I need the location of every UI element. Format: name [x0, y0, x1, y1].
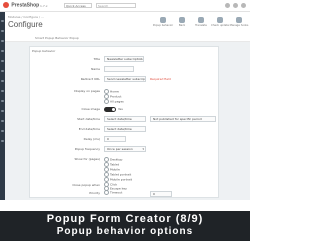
toolbar-label: Translate [195, 24, 207, 27]
sidebar-payment-icon[interactable] [1, 110, 4, 112]
page-header: Modules / Configure / ... Configure Smar… [5, 12, 250, 42]
sidebar-preferences-icon[interactable] [1, 130, 4, 132]
field-label: Redirect URL [80, 77, 100, 81]
prestashop-logo[interactable]: PrestaShop [3, 2, 39, 8]
toolbar-back-button[interactable]: Back [175, 17, 189, 27]
toolbar-manage-hooks-button[interactable]: Manage hooks [229, 17, 249, 27]
back-icon [179, 17, 185, 23]
field-label: Start date/time [77, 117, 100, 121]
end-date-input[interactable]: Select date/time [104, 126, 146, 132]
required-badge: Required field [150, 77, 171, 81]
publish-period-select[interactable]: Not published for specific period [150, 116, 216, 122]
caption-title: Popup Form Creator (8/9) [46, 213, 204, 225]
breadcrumb[interactable]: Modules / Configure / ... [8, 15, 44, 19]
header-toolbar: Popup behavior Back Translate Check upda… [152, 17, 249, 27]
field-label: Show for (pages) [74, 157, 100, 161]
close-image-toggle[interactable] [104, 107, 116, 112]
toolbar-popup-behavior-button[interactable]: Popup behavior [152, 17, 174, 27]
sidebar-shipping-icon[interactable] [1, 100, 4, 102]
field-row-start-date: Start date/time Select date/time Not pub… [30, 115, 220, 125]
delay-input[interactable]: 0 [104, 136, 126, 142]
field-label: Display on pages [74, 89, 100, 93]
field-label: Popup frequency [74, 147, 100, 151]
user-avatar-icon[interactable] [241, 3, 246, 8]
toolbar-label: Manage hooks [229, 24, 249, 27]
sidebar-design-icon[interactable] [1, 90, 4, 92]
field-row-show-for: Show for (pages) Desktop Tablet Mobile T… [30, 155, 220, 182]
priority-input[interactable]: 0 [150, 191, 172, 197]
toolbar-label: Popup behavior [152, 24, 174, 27]
page-title: Configure [8, 20, 43, 29]
main-content: Popup behavior Title Newsletter subscrip… [5, 42, 250, 200]
title-select[interactable]: Newsletter subscription [104, 56, 144, 62]
logo-text: PrestaShop [11, 2, 40, 9]
field-label: Close image [81, 107, 100, 111]
sidebar-modules-icon[interactable] [1, 80, 4, 82]
store-icon[interactable] [233, 3, 238, 8]
field-row-close-image: Close image Yes [30, 105, 220, 115]
search-input[interactable]: Search [96, 3, 136, 8]
field-row-display-pages: Display on pages Home Product All pages [30, 87, 220, 104]
toolbar-label: Back [178, 24, 186, 27]
field-row-end-date: End date/time Select date/time [30, 125, 220, 135]
name-input[interactable] [104, 66, 134, 72]
hooks-icon [236, 17, 242, 23]
toggle-state: Yes [118, 107, 123, 111]
field-label: Name [91, 67, 100, 71]
caption-subtitle: Popup behavior options [56, 226, 194, 237]
sidebar-orders-icon[interactable] [1, 30, 4, 32]
redirect-url-input[interactable]: Send newsletter subscription link [104, 76, 146, 82]
version-label: 1.7.x [40, 4, 48, 8]
sidebar-service-icon[interactable] [1, 60, 4, 62]
radio-all-pages[interactable]: All pages [104, 99, 124, 104]
sidebar-customers-icon[interactable] [1, 50, 4, 52]
sidebar-international-icon[interactable] [1, 120, 4, 122]
field-row-name: Name [30, 65, 220, 75]
field-label: Title [93, 57, 100, 61]
brand-icon [3, 2, 9, 8]
top-navigation-bar: PrestaShop 1.7.x Quick Access Search [0, 0, 250, 12]
frequency-select[interactable]: Once per session [104, 146, 146, 152]
sidebar-dashboard-icon[interactable] [1, 20, 4, 22]
toolbar-label: Check update [211, 24, 229, 27]
notifications-icon[interactable] [225, 3, 230, 8]
sidebar-stats-icon[interactable] [1, 70, 4, 72]
field-row-priority: Priority 0 [30, 190, 220, 198]
sidebar-catalog-icon[interactable] [1, 40, 4, 42]
toolbar-check-update-button[interactable]: Check update [211, 17, 229, 27]
field-row-frequency: Popup frequency Once per session [30, 145, 220, 155]
toolbar-translate-button[interactable]: Translate [194, 17, 208, 27]
field-label: Priority [89, 191, 100, 195]
field-row-delay: Delay (ms) 0 [30, 135, 220, 145]
popup-behavior-panel: Popup behavior Title Newsletter subscrip… [29, 46, 219, 198]
field-row-title: Title Newsletter subscription [30, 55, 220, 65]
page-subtitle: Smart Popup Behavior Popup [35, 36, 79, 40]
update-icon [217, 17, 223, 23]
top-icons-group [225, 3, 246, 8]
caption-banner: Popup Form Creator (8/9) Popup behavior … [0, 200, 250, 250]
field-label: Close popup when [72, 183, 100, 187]
field-label: Delay (ms) [83, 137, 100, 141]
quick-access-dropdown[interactable]: Quick Access [64, 3, 92, 8]
sidebar-advanced-icon[interactable] [1, 140, 4, 142]
field-label: End date/time [78, 127, 100, 131]
popup-icon [160, 17, 166, 23]
start-date-input[interactable]: Select date/time [104, 116, 146, 122]
panel-heading: Popup behavior [32, 49, 56, 53]
translate-icon [198, 17, 204, 23]
field-row-redirect: Redirect URL Send newsletter subscriptio… [30, 75, 220, 85]
